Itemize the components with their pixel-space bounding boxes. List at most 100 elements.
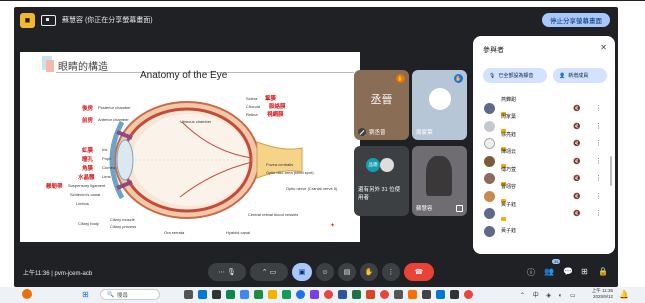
label-suspensory-ligament: Suspensory ligament xyxy=(68,183,106,188)
host-controls-icon[interactable]: 🔒 xyxy=(598,267,608,276)
chevron-up-icon[interactable]: ⋯ xyxy=(218,268,225,276)
label-zh-pupil: 瞳孔 xyxy=(82,157,94,163)
captions-button[interactable]: ▤ xyxy=(338,263,356,281)
list-item[interactable]: 陳翊云 🔇 ⋮ xyxy=(473,149,615,171)
info-icon[interactable]: ⓘ xyxy=(527,267,535,278)
camera-icon[interactable]: ▭ xyxy=(270,268,277,276)
chrome-icon[interactable] xyxy=(380,290,389,299)
app-icon[interactable] xyxy=(310,290,319,299)
label-vitreous-chamber: Vitreous chamber xyxy=(180,119,212,124)
more-options-icon[interactable]: ⋮ xyxy=(595,104,602,112)
app-icon[interactable] xyxy=(394,290,403,299)
powerpoint-icon[interactable] xyxy=(366,290,375,299)
list-item[interactable]: 周家葉 🔇 ⋮ xyxy=(473,114,615,136)
label-zh-lens: 水晶體 xyxy=(78,175,95,181)
more-options-icon[interactable]: ⋮ xyxy=(595,139,602,147)
app-icon[interactable] xyxy=(240,290,249,299)
stop-sharing-button[interactable]: 停止分享螢幕畫面 xyxy=(542,13,610,27)
pin-icon[interactable] xyxy=(456,205,463,212)
list-item[interactable]: 傅巧萱 🔇 ⋮ xyxy=(473,167,615,188)
mic-off-icon xyxy=(358,128,366,136)
more-options-icon[interactable]: ⋮ xyxy=(595,122,602,130)
notification-icon[interactable]: 🔔 xyxy=(619,290,629,299)
system-tray-icons[interactable]: ⌃ 中 ◈ ◐ ▭ xyxy=(520,290,579,299)
app-icon[interactable] xyxy=(254,290,263,299)
tile-name: 劉丞普 xyxy=(358,128,386,136)
label-retina: Retina xyxy=(246,112,258,117)
close-icon[interactable]: ✕ xyxy=(600,43,607,52)
shared-slide: 眼睛的構造 Anatomy of the Eye 後房 Posterior ch… xyxy=(20,52,360,242)
task-view-icon[interactable] xyxy=(184,290,193,299)
tile-name: 周家葉 xyxy=(416,130,433,136)
label-choroid: Choroid xyxy=(246,104,261,109)
list-item[interactable]: 黃子鈺 🔇 ⋮ xyxy=(473,202,615,223)
more-options-icon[interactable]: ⋮ xyxy=(595,209,602,217)
video-tile-2[interactable]: ✋ 周家葉 xyxy=(412,70,467,140)
label-zh-choroid: 脈絡膜 xyxy=(269,104,286,110)
avatar xyxy=(484,120,495,132)
mute-all-button[interactable]: 🎙 已全部設為靜音 xyxy=(483,68,547,83)
mic-off-icon[interactable]: 🔇 xyxy=(573,123,580,130)
slide-title: 眼睛的構造 xyxy=(58,62,108,73)
mic-off-icon[interactable]: 🔇 xyxy=(573,193,580,200)
app-icon[interactable] xyxy=(198,290,207,299)
camera-control[interactable]: ⌃ ▭ xyxy=(250,263,288,281)
app-icon[interactable] xyxy=(282,290,291,299)
more-options-icon[interactable]: ⋮ xyxy=(595,192,602,200)
label-sclera: Sclera xyxy=(246,96,258,101)
windows-start-icon[interactable]: ⊞ xyxy=(82,290,89,299)
list-item[interactable]: 曹翊容 🔇 ⋮ xyxy=(473,184,615,206)
raise-hand-button[interactable]: ✋ xyxy=(360,263,378,281)
meet-logo-icon: ■ xyxy=(20,12,35,28)
emoji-button[interactable]: ☺ xyxy=(316,263,334,281)
panel-scrollbar[interactable] xyxy=(610,156,612,186)
leave-call-button[interactable]: ☎ xyxy=(404,263,434,281)
more-options-icon[interactable]: ⋮ xyxy=(595,174,602,182)
people-icon[interactable]: 👥 xyxy=(544,267,554,276)
app-icon[interactable] xyxy=(226,290,235,299)
video-tile-1[interactable]: ✋ 丞晉 劉丞普 xyxy=(354,70,409,140)
chrome-icon[interactable] xyxy=(464,290,473,299)
app-icon[interactable] xyxy=(422,290,431,299)
app-icon[interactable] xyxy=(436,290,445,299)
activities-icon[interactable]: ⊞ xyxy=(581,267,588,276)
mic-off-icon[interactable]: 🔇 xyxy=(573,175,580,182)
more-options-button[interactable]: ⋮ xyxy=(382,263,400,281)
app-icon[interactable] xyxy=(408,290,417,299)
chrome-icon[interactable] xyxy=(324,290,333,299)
label-ora-serrata: Ora serrata xyxy=(164,230,185,235)
label-zh-anterior: 前房 xyxy=(82,118,94,124)
app-icon[interactable] xyxy=(450,290,459,299)
label-zh-suspensory: 懸韌帶 xyxy=(46,184,63,190)
mic-control[interactable]: ⋯ 🎙 xyxy=(208,263,246,281)
mic-off-icon[interactable]: 🔇 xyxy=(573,158,580,165)
list-item[interactable]: 徐亮鈺 🔇 ⋮ xyxy=(473,132,615,153)
video-tile-others[interactable]: 品璁 還有另外 31 位使用者 xyxy=(354,146,409,216)
video-tile-self[interactable]: 蘇慧容 xyxy=(412,146,467,216)
taskbar-clock[interactable]: 上午 11:36 2025/9/12 xyxy=(592,288,613,300)
mic-off-icon[interactable]: 🔇 xyxy=(573,105,580,112)
present-icon: ▣ xyxy=(298,269,306,276)
list-item[interactable]: 燕鏵甜 🔇 ⋮ xyxy=(473,97,615,118)
add-people-button[interactable]: 👤 新增成員 xyxy=(553,68,607,83)
participants-list: 燕鏵甜 🔇 ⋮ 周家葉 🔇 ⋮ 徐亮鈺 🔇 ⋮ 陳翊云 🔇 ⋮ 傅巧萱 🔇 ⋮ … xyxy=(473,97,615,241)
list-item[interactable]: 黃子鈺 xyxy=(473,223,615,241)
chat-icon[interactable]: 💬 xyxy=(563,267,573,276)
avatar xyxy=(380,158,394,172)
word-icon[interactable] xyxy=(338,290,347,299)
taskbar-search[interactable]: 🔍 搜尋 xyxy=(100,289,160,300)
app-icon[interactable] xyxy=(296,290,305,299)
mic-off-icon[interactable]: 🔇 xyxy=(573,210,580,217)
mic-icon[interactable]: 🎙 xyxy=(227,268,236,276)
present-button[interactable]: ▣ xyxy=(292,263,312,281)
mic-off-icon[interactable]: 🔇 xyxy=(573,140,580,147)
folder-icon[interactable] xyxy=(268,290,277,299)
label-central-retinal-vessels: Central retinal blood vessels xyxy=(248,212,299,217)
mic-off-icon: 🎙 xyxy=(489,72,496,79)
label-optic-disc: Optic disc area (blind spot) xyxy=(266,170,314,175)
weather-icon[interactable] xyxy=(22,289,32,299)
more-options-icon[interactable]: ⋮ xyxy=(595,157,602,165)
app-icon[interactable] xyxy=(212,290,221,299)
chevron-up-icon[interactable]: ⌃ xyxy=(262,268,268,276)
excel-icon[interactable] xyxy=(352,290,361,299)
